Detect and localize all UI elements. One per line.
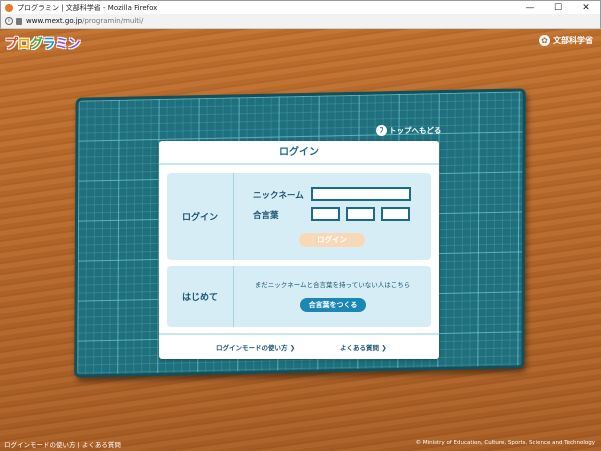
window-titlebar: プログラミン | 文部科学省 - Mozilla Firefox — ☐ ✕	[0, 0, 601, 14]
character-icon: ﾌ	[376, 125, 387, 136]
url-path[interactable]: /programin/multi/	[82, 17, 143, 25]
logo-char: グ	[30, 37, 43, 52]
bottom-links[interactable]: ログインモードの使い方 | よくある質問	[4, 439, 121, 449]
logo-char: ラ	[42, 37, 56, 52]
login-section-label: ログイン	[167, 173, 234, 260]
address-bar[interactable]: i www.mext.go.jp /programin/multi/	[0, 14, 601, 29]
password-box-1[interactable]	[311, 207, 340, 221]
copyright-text: © Ministry of Education, Culture, Sports…	[415, 440, 595, 446]
maximize-button[interactable]: ☐	[544, 1, 572, 14]
ministry-name: 文部科学省	[553, 36, 593, 45]
window-title: プログラミン | 文部科学省 - Mozilla Firefox	[17, 3, 158, 12]
login-panel: ログイン ニックネーム 合言葉 ログイン	[167, 173, 431, 260]
first-time-panel: はじめて まだニックネームと合言葉を持っていない人はこちら 合言葉をつくる	[167, 266, 431, 327]
login-dialog: ログイン ログイン ニックネーム 合言葉 ログイン はじめて まだニックネームと…	[159, 141, 439, 359]
create-password-button[interactable]: 合言葉をつくる	[300, 298, 366, 312]
howto-link[interactable]: ログインモードの使い方 ❯	[216, 342, 295, 352]
minimize-button[interactable]: —	[516, 1, 544, 14]
password-box-2[interactable]	[346, 207, 375, 221]
dialog-title: ログイン	[159, 141, 439, 165]
nickname-label: ニックネーム	[253, 191, 304, 201]
firefox-icon	[5, 3, 13, 12]
password-box-3[interactable]	[381, 207, 410, 221]
logo-char: プ	[5, 37, 18, 52]
page-background: プログラミン ✿ 文部科学省 ﾌ トップへもどる ログイン ログイン ニックネー…	[0, 29, 601, 451]
login-button[interactable]: ログイン	[299, 233, 365, 247]
dialog-footer: ログインモードの使い方 ❯ よくある質問 ❯	[159, 333, 439, 359]
password-label: 合言葉	[253, 211, 279, 221]
back-to-top-link[interactable]: ﾌ トップへもどる	[376, 125, 441, 136]
logo-char: ロ	[17, 37, 31, 52]
info-icon[interactable]: i	[5, 17, 13, 25]
back-to-top-label: トップへもどる	[389, 126, 442, 135]
programin-logo[interactable]: プログラミン	[5, 33, 81, 52]
logo-char: ミン	[55, 37, 81, 52]
url-host[interactable]: www.mext.go.jp	[26, 17, 82, 25]
ministry-logo[interactable]: ✿ 文部科学省	[539, 35, 593, 46]
faq-link[interactable]: よくある質問 ❯	[340, 342, 387, 352]
nickname-input[interactable]	[311, 187, 411, 201]
first-time-section-label: はじめて	[167, 266, 234, 327]
ministry-emblem-icon: ✿	[539, 35, 550, 46]
close-button[interactable]: ✕	[572, 1, 600, 14]
page-icon	[16, 17, 22, 25]
first-time-note: まだニックネームと合言葉を持っていない人はこちら	[254, 281, 411, 289]
